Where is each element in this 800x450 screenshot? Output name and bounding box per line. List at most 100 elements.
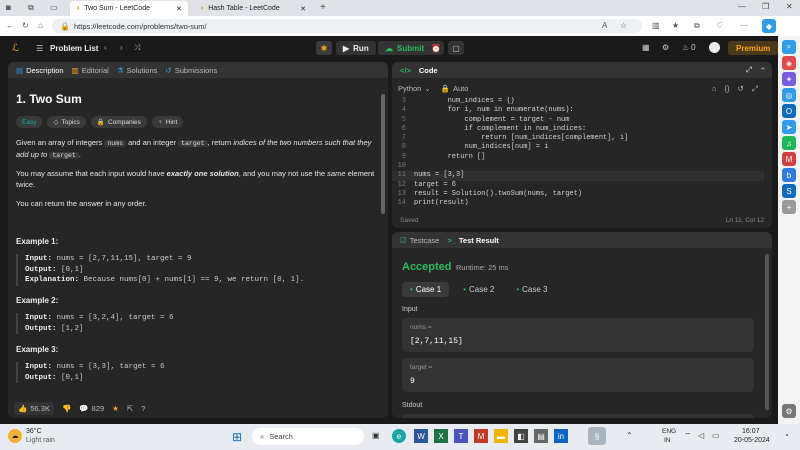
favorite-star-icon[interactable]: ★ (112, 404, 119, 413)
hint-chip[interactable]: ♀ Hint (151, 116, 184, 128)
submit-button[interactable]: ☁ Submit (378, 41, 432, 55)
more-menu-icon[interactable]: ⋯ (740, 21, 748, 30)
tab-description[interactable]: ▤ Description (16, 66, 64, 75)
app-icon[interactable]: § (588, 427, 606, 445)
windows-start-icon[interactable]: ⊞ (232, 430, 242, 444)
description-scrollbar[interactable] (381, 94, 385, 214)
avatar[interactable] (709, 42, 720, 53)
shopping-icon[interactable]: ◈ (782, 56, 796, 70)
topics-chip[interactable]: ◇ Topics (47, 116, 86, 128)
excel-icon[interactable]: X (434, 429, 448, 443)
tab-solutions[interactable]: ⚗ Solutions (117, 66, 158, 75)
autocomplete-toggle[interactable]: 🔒 Auto (441, 84, 469, 93)
search-icon[interactable]: ⌕ (782, 40, 796, 54)
teams-icon[interactable]: T (454, 429, 468, 443)
prev-problem-icon[interactable]: ‹ (104, 43, 107, 52)
edge-browser-icon[interactable]: e (392, 429, 406, 443)
taskbar-search[interactable]: ⌕ Search (252, 428, 364, 445)
notifications-icon[interactable]: ◔ (784, 431, 789, 440)
maximize-icon[interactable]: ❐ (762, 2, 769, 11)
reset-code-icon[interactable]: ↺ (738, 84, 744, 94)
tab-actions-icon[interactable]: ▭ (50, 3, 58, 12)
chevron-up-icon[interactable]: ⌃ (626, 431, 633, 440)
collapse-panel-icon[interactable]: ⌃ (760, 66, 772, 75)
fullscreen-icon[interactable]: ⤢ (752, 84, 758, 94)
favorites-icon[interactable]: ★ (672, 21, 679, 30)
weather-icon[interactable]: ☁ (8, 429, 22, 443)
code-line[interactable]: 9 return [] (392, 153, 764, 162)
like-button[interactable]: 👍 56.3K (14, 401, 54, 415)
case-3-tab[interactable]: • Case 3 (508, 282, 555, 297)
add-icon[interactable]: + (782, 200, 796, 214)
streak-counter[interactable]: ♨ 0 (682, 43, 696, 52)
format-braces-icon[interactable]: {} (725, 84, 730, 94)
store-icon[interactable]: ▤ (534, 429, 548, 443)
code-line[interactable]: 12 target = 6 (392, 181, 764, 190)
skype-icon[interactable]: S (782, 184, 796, 198)
close-tab-icon[interactable]: ✕ (176, 5, 182, 13)
code-line[interactable]: 6 if complement in num_indices: (392, 125, 764, 134)
tab-editorial[interactable]: ▥ Editorial (72, 66, 109, 75)
url-field[interactable]: 🔒 https://leetcode.com/problems/two-sum/ (52, 19, 642, 33)
browser-essentials-icon[interactable]: ♡ (716, 21, 723, 30)
code-line[interactable]: 13 result = Solution().twoSum(nums, targe… (392, 190, 764, 199)
problem-list-icon[interactable]: ☰ (36, 44, 43, 53)
next-problem-icon[interactable]: › (120, 43, 123, 52)
code-editor[interactable]: 3 num_indices = {} 4 for i, num in enumer… (392, 97, 764, 205)
spotify-icon[interactable]: ♫ (782, 136, 796, 150)
timer-icon[interactable]: ⏰ (428, 41, 444, 55)
office-icon[interactable]: ◎ (782, 88, 796, 102)
case-2-tab[interactable]: • Case 2 (455, 282, 502, 297)
language-indicator[interactable]: ENG (662, 428, 676, 435)
companies-chip[interactable]: 🔒 Companies (90, 116, 147, 128)
code-line[interactable]: 11 nums = [3,3] (392, 171, 764, 181)
lock-icon[interactable]: 🔒 (60, 22, 70, 31)
share-icon[interactable]: ⇱ (127, 404, 133, 413)
tab-submissions[interactable]: ↺ Submissions (165, 66, 217, 75)
linkedin-icon[interactable]: in (554, 429, 568, 443)
minimize-icon[interactable]: — (738, 2, 746, 11)
code-line[interactable]: 5 complement = target - num (392, 116, 764, 125)
comments-button[interactable]: 💬 829 (79, 404, 104, 413)
close-tab-icon[interactable]: ✕ (300, 5, 306, 13)
leetcode-logo-icon[interactable]: ℒ (12, 43, 19, 54)
settings-gear-icon[interactable]: ⚙ (782, 404, 796, 418)
task-view-icon[interactable]: ▣ (372, 431, 380, 440)
code-line[interactable]: 14 print(result) (392, 199, 764, 205)
code-line[interactable]: 8 num_indices[num] = i (392, 143, 764, 152)
home-icon[interactable]: ⌂ (38, 21, 43, 30)
clock-time[interactable]: 16:07 (742, 428, 760, 435)
close-window-icon[interactable]: ✕ (786, 2, 793, 11)
premium-button[interactable]: Premium (728, 41, 779, 55)
profile-icon[interactable]: ◙ (6, 3, 11, 12)
new-tab-icon[interactable]: + (320, 2, 326, 13)
split-screen-icon[interactable]: ▥ (652, 21, 660, 30)
mcafee-icon[interactable]: M (474, 429, 488, 443)
language-select[interactable]: Python ⌄ (398, 84, 431, 93)
battery-icon[interactable]: ▭ (712, 431, 720, 440)
random-problem-icon[interactable]: ⤨ (134, 43, 140, 53)
collections-icon[interactable]: ⧉ (28, 3, 34, 13)
code-line[interactable]: 10 (392, 162, 764, 171)
send-icon[interactable]: ➤ (782, 120, 796, 134)
favorite-star-icon[interactable]: ☆ (620, 21, 627, 30)
tab-testcase[interactable]: ☑ Testcase (400, 236, 439, 245)
tools-icon[interactable]: ✦ (782, 72, 796, 86)
notes-icon[interactable]: ▢ (448, 41, 464, 55)
code-line[interactable]: 7 return [num_indices[complement], i] (392, 134, 764, 143)
back-icon[interactable]: ← (6, 21, 14, 30)
tab-test-result[interactable]: >_ Test Result (447, 236, 498, 245)
app-icon[interactable]: ◧ (514, 429, 528, 443)
read-aloud-icon[interactable]: A (602, 21, 607, 30)
help-icon[interactable]: ? (141, 404, 145, 413)
code-line[interactable]: 4 for i, num in enumerate(nums): (392, 106, 764, 115)
refresh-icon[interactable]: ↻ (22, 21, 29, 30)
debug-icon[interactable]: ✱ (316, 41, 332, 55)
bookmark-icon[interactable]: ⌂ (712, 84, 717, 94)
settings-gear-icon[interactable]: ⚙ (662, 43, 669, 52)
collections-icon[interactable]: ⧉ (694, 21, 700, 31)
case-1-tab[interactable]: • Case 1 (402, 282, 450, 297)
layout-icon[interactable]: ▦ (642, 43, 650, 52)
maximize-panel-icon[interactable]: ⤢ (746, 65, 752, 75)
word-icon[interactable]: W (414, 429, 428, 443)
